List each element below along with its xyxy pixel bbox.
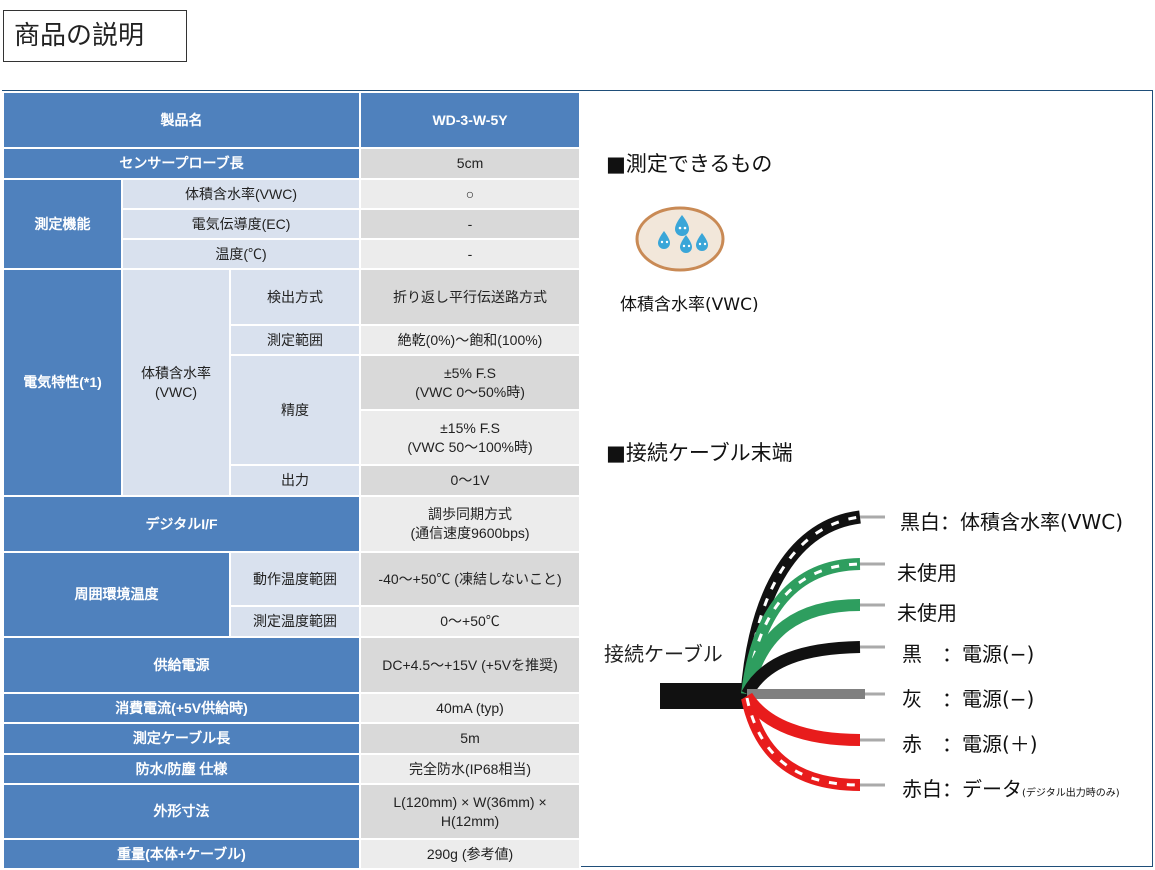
wire-label-vwc: 黒白：体積含水率(VWC) (900, 510, 1124, 534)
weight-value: 290g (参考値) (359, 838, 582, 870)
measuring-temp-value: 0〜+50℃ (359, 605, 582, 638)
cable-length-label: 測定ケーブル長 (1, 722, 362, 755)
wire-label-unused-2: 未使用 (897, 601, 957, 625)
operating-temp-value: -40〜+50℃ (凍結しないこと) (359, 551, 582, 607)
method-value: 折り返し平行伝送路方式 (359, 268, 582, 326)
vwc-value: ○ (359, 178, 582, 210)
measurable-caption: 体積含水率(VWC) (620, 295, 759, 315)
current-label: 消費電流(+5V供給時) (1, 692, 362, 724)
ec-label: 電気伝導度(EC) (120, 208, 362, 240)
cable-jacket-icon (660, 683, 748, 709)
vwc-label: 体積含水率(VWC) (120, 178, 362, 210)
accuracy-label: 精度 (228, 354, 362, 466)
accuracy-value-2: ±15% F.S (VWC 50〜100%時) (359, 409, 582, 466)
wire-label-data: 赤白：データ(デジタル出力時のみ) (902, 777, 1120, 801)
temperature-value: - (359, 238, 582, 270)
ambient-label: 周囲環境温度 (2, 551, 231, 638)
digital-if-value: 調歩同期方式 (通信速度9600bps) (359, 495, 582, 553)
wire-label-power-plus: 赤 ：電源(＋) (902, 732, 1038, 756)
digital-if-label: デジタルI/F (1, 495, 362, 553)
measuring-temp-label: 測定温度範囲 (228, 605, 362, 638)
waterproof-label: 防水/防塵 仕様 (1, 753, 362, 785)
spec-table: 製品名 WD-3-W-5Y センサープローブ長 5cm 測定機能 体積含水率(V… (1, 91, 582, 870)
range-value: 絶乾(0%)〜飽和(100%) (359, 324, 582, 356)
weight-label: 重量(本体+ケーブル) (1, 838, 362, 870)
waterproof-value: 完全防水(IP68相当) (359, 753, 582, 785)
cable-title: ■接続ケーブル末端 (606, 441, 793, 465)
electrical-sub-label: 体積含水率 (VWC) (121, 268, 231, 497)
probe-length-label: センサープローブ長 (1, 147, 362, 180)
output-value: 0〜1V (359, 464, 582, 497)
cable-diagram (660, 510, 885, 791)
dimensions-label: 外形寸法 (1, 783, 362, 840)
power-value: DC+4.5〜+15V (+5Vを推奨) (359, 636, 582, 694)
electrical-label: 電気特性(*1) (2, 268, 123, 497)
product-name-label: 製品名 (1, 91, 362, 149)
cable-length-value: 5m (359, 722, 582, 755)
wire-label-unused-1: 未使用 (897, 561, 957, 585)
wire-label-power-minus-black: 黒 ：電源(−) (902, 642, 1035, 666)
accuracy-value-1: ±5% F.S (VWC 0〜50%時) (359, 354, 582, 411)
range-label: 測定範囲 (228, 324, 362, 356)
temperature-label: 温度(℃) (120, 238, 362, 270)
operating-temp-label: 動作温度範囲 (228, 551, 362, 607)
measurable-title: ■測定できるもの (606, 152, 773, 176)
dimensions-value: L(120mm) × W(36mm) × H(12mm) (359, 783, 582, 840)
wire-note-data: (デジタル出力時のみ) (1022, 788, 1120, 799)
output-label: 出力 (228, 464, 362, 497)
wire-label-power-minus-grey: 灰 ：電源(−) (902, 687, 1035, 711)
page-title: 商品の説明 (3, 10, 187, 62)
product-name-value: WD-3-W-5Y (359, 91, 582, 149)
measurement-label: 測定機能 (2, 178, 123, 270)
ec-value: - (359, 208, 582, 240)
power-label: 供給電源 (1, 636, 362, 694)
current-value: 40mA (typ) (359, 692, 582, 724)
method-label: 検出方式 (228, 268, 362, 326)
probe-length-value: 5cm (359, 147, 582, 180)
water-droplets-icon (635, 206, 725, 272)
